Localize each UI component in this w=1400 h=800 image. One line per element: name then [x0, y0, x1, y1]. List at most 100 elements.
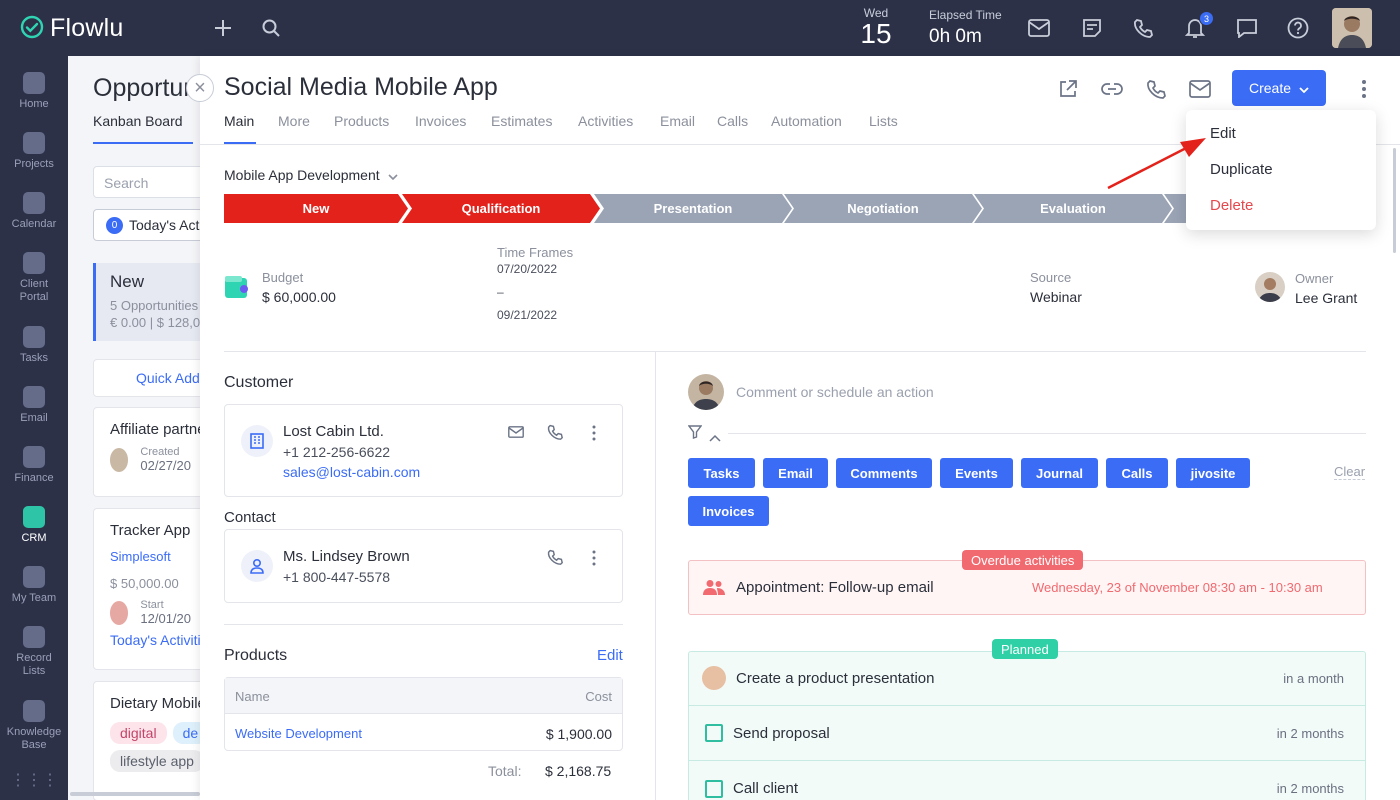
- board-search-input[interactable]: Search: [93, 166, 208, 198]
- tab-invoices[interactable]: Invoices: [415, 113, 466, 129]
- open-external-icon[interactable]: [1056, 77, 1080, 101]
- kebab-icon[interactable]: [591, 425, 597, 444]
- opportunity-card[interactable]: Tracker App Simplesoft $ 50,000.00 Start…: [93, 508, 208, 670]
- product-name[interactable]: Website Development: [235, 726, 362, 741]
- phone-call-icon[interactable]: [547, 549, 563, 568]
- notes-icon[interactable]: [1080, 16, 1104, 40]
- vertical-scrollbar[interactable]: [1393, 148, 1396, 253]
- opportunity-card[interactable]: Affiliate partner Created 02/27/20: [93, 407, 208, 497]
- date-widget[interactable]: Wed 15: [856, 6, 896, 48]
- tab-activities[interactable]: Activities: [578, 113, 633, 129]
- wallet-icon: [224, 274, 250, 303]
- sidebar-item-finance[interactable]: Finance: [0, 446, 68, 485]
- tab-products[interactable]: Products: [334, 113, 389, 129]
- opportunity-card[interactable]: Dietary Mobile digital de lifestyle app: [93, 681, 208, 800]
- owner-value[interactable]: Lee Grant: [1295, 290, 1357, 306]
- tab-calls[interactable]: Calls: [717, 113, 748, 129]
- clear-filters-link[interactable]: Clear: [1334, 464, 1366, 480]
- tab-main[interactable]: Main: [224, 113, 254, 129]
- filter-events[interactable]: Events: [940, 458, 1013, 488]
- envelope-icon[interactable]: [508, 425, 524, 441]
- planned-title: Create a product presentation: [736, 669, 935, 687]
- planned-item[interactable]: Send proposal in 2 months: [688, 706, 1366, 761]
- customer-heading: Customer: [224, 374, 294, 391]
- sidebar-item-email[interactable]: Email: [0, 386, 68, 425]
- sidebar-item-client-portal[interactable]: Client Portal: [0, 252, 68, 304]
- more-options-icon[interactable]: [1354, 78, 1374, 100]
- comment-input[interactable]: Comment or schedule an action: [736, 384, 934, 400]
- quick-add-button[interactable]: Quick Add: [93, 359, 208, 397]
- task-checkbox[interactable]: [705, 724, 723, 742]
- sidebar-item-projects[interactable]: Projects: [0, 132, 68, 171]
- create-button[interactable]: Create: [1232, 70, 1326, 106]
- timeframe-end: 09/21/2022: [497, 308, 558, 322]
- filter-journal[interactable]: Journal: [1021, 458, 1098, 488]
- help-icon[interactable]: [1286, 16, 1310, 40]
- horizontal-scrollbar[interactable]: [70, 792, 200, 796]
- task-checkbox[interactable]: [705, 779, 723, 798]
- filter-calls[interactable]: Calls: [1106, 458, 1168, 488]
- customer-phone[interactable]: +1 212-256-6622: [283, 444, 390, 460]
- products-edit-link[interactable]: Edit: [597, 647, 623, 664]
- planned-item[interactable]: Call client in 2 months: [688, 761, 1366, 800]
- tab-estimates[interactable]: Estimates: [491, 113, 552, 129]
- stage-presentation[interactable]: Presentation: [594, 194, 792, 223]
- mail-icon[interactable]: [1027, 16, 1051, 40]
- menu-item-edit[interactable]: Edit: [1210, 125, 1236, 142]
- customer-email[interactable]: sales@lost-cabin.com: [283, 464, 420, 480]
- filter-email[interactable]: Email: [763, 458, 828, 488]
- menu-item-delete[interactable]: Delete: [1210, 197, 1253, 214]
- sidebar-item-home[interactable]: Home: [0, 72, 68, 111]
- phone-icon[interactable]: [1131, 16, 1155, 40]
- filter-jivosite[interactable]: jivosite: [1176, 458, 1250, 488]
- kebab-icon[interactable]: [591, 550, 597, 569]
- link-icon[interactable]: [1100, 77, 1124, 101]
- filter-comments[interactable]: Comments: [836, 458, 932, 488]
- call-icon[interactable]: [1144, 77, 1168, 101]
- add-icon[interactable]: [212, 17, 234, 39]
- sidebar-item-tasks[interactable]: Tasks: [0, 326, 68, 365]
- filter-invoices[interactable]: Invoices: [688, 496, 769, 526]
- tag[interactable]: lifestyle app: [110, 750, 204, 772]
- tab-lists[interactable]: Lists: [869, 113, 898, 129]
- pipeline-name: Mobile App Development: [224, 167, 380, 183]
- stage-evaluation[interactable]: Evaluation: [974, 194, 1172, 223]
- elapsed-time[interactable]: Elapsed Time 0h 0m: [929, 8, 1002, 48]
- planned-item[interactable]: Create a product presentation in a month: [688, 651, 1366, 706]
- menu-item-duplicate[interactable]: Duplicate: [1210, 161, 1273, 178]
- sidebar-item-record-lists[interactable]: Record Lists: [0, 626, 68, 678]
- flowlu-logo[interactable]: Flowlu: [20, 14, 123, 43]
- user-avatar[interactable]: [1332, 8, 1372, 48]
- send-email-icon[interactable]: [1188, 77, 1212, 101]
- card-company[interactable]: Simplesoft: [110, 549, 191, 564]
- owner-avatar[interactable]: [1255, 272, 1285, 302]
- search-icon[interactable]: [260, 17, 282, 39]
- tab-kanban-board[interactable]: Kanban Board: [93, 113, 183, 129]
- sidebar-item-calendar[interactable]: Calendar: [0, 192, 68, 231]
- stage-label: New: [302, 201, 330, 216]
- today-activities-filter[interactable]: 0 Today's Activities: [93, 209, 208, 241]
- stage-qualification[interactable]: Qualification: [402, 194, 600, 223]
- filter-tasks[interactable]: Tasks: [688, 458, 755, 488]
- tab-automation[interactable]: Automation: [771, 113, 842, 129]
- sidebar-item-knowledge-base[interactable]: Knowledge Base: [0, 700, 68, 752]
- tag[interactable]: digital: [110, 722, 167, 744]
- close-icon[interactable]: ×: [186, 74, 214, 102]
- stage-negotiation[interactable]: Negotiation: [784, 194, 982, 223]
- chat-icon[interactable]: [1235, 16, 1259, 40]
- tab-email[interactable]: Email: [660, 113, 695, 129]
- contact-phone[interactable]: +1 800-447-5578: [283, 569, 390, 585]
- chevron-up-icon[interactable]: [709, 429, 721, 445]
- more-apps-icon[interactable]: ⋮⋮⋮: [0, 773, 68, 789]
- tab-more[interactable]: More: [278, 113, 310, 129]
- sidebar-item-crm[interactable]: CRM: [0, 506, 68, 545]
- card-title: Dietary Mobile: [110, 695, 206, 712]
- pipeline-selector[interactable]: Mobile App Development: [224, 167, 398, 183]
- customer-name[interactable]: Lost Cabin Ltd.: [283, 423, 384, 440]
- phone-call-icon[interactable]: [547, 424, 563, 443]
- sidebar-item-my-team[interactable]: My Team: [0, 566, 68, 605]
- filter-icon[interactable]: [687, 425, 703, 442]
- stage-new[interactable]: New: [224, 194, 408, 223]
- card-activities-link[interactable]: Today's Activities: [110, 632, 207, 648]
- contact-name[interactable]: Ms. Lindsey Brown: [283, 548, 410, 565]
